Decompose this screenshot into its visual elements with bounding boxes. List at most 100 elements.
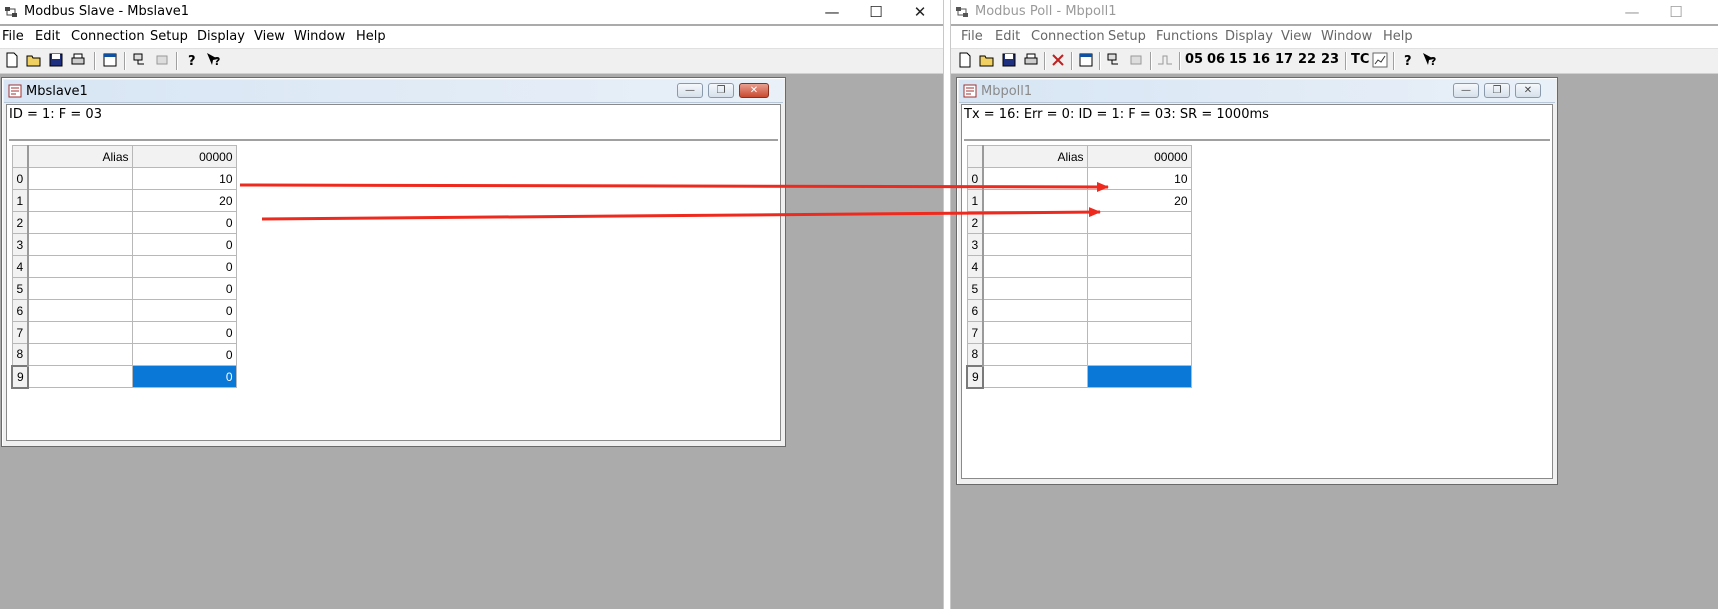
minimize-button[interactable]: —	[1610, 0, 1654, 24]
alias-cell[interactable]	[982, 211, 1088, 234]
menu-view[interactable]: View	[1281, 29, 1312, 44]
close-button[interactable]: ✕	[898, 0, 942, 24]
alias-cell[interactable]	[982, 277, 1088, 300]
menu-help[interactable]: Help	[1383, 29, 1413, 44]
selected-value-cell[interactable]: 0	[131, 365, 237, 388]
function-16-button[interactable]: 16	[1252, 52, 1270, 67]
alias-cell[interactable]	[982, 167, 1088, 190]
alias-cell[interactable]	[982, 189, 1088, 212]
context-help-icon[interactable]: ?	[206, 52, 222, 68]
disconnect-icon[interactable]	[1128, 52, 1144, 68]
single-poll-icon[interactable]	[1157, 52, 1173, 68]
value-cell[interactable]: 20	[131, 189, 237, 212]
print-icon[interactable]	[1023, 52, 1039, 68]
value-cell[interactable]	[1086, 233, 1192, 256]
connect-icon[interactable]	[1106, 52, 1122, 68]
menu-setup[interactable]: Setup	[1108, 29, 1146, 44]
function-05-button[interactable]: 05	[1185, 52, 1203, 67]
value-cell[interactable]: 0	[131, 343, 237, 366]
maximize-button[interactable]: ☐	[854, 0, 898, 24]
window-icon[interactable]	[102, 52, 118, 68]
alias-cell[interactable]	[982, 299, 1088, 322]
menu-view[interactable]: View	[254, 29, 285, 44]
function-15-button[interactable]: 15	[1229, 52, 1247, 67]
save-icon[interactable]	[48, 52, 64, 68]
mdi-minimize-button[interactable]: —	[1453, 83, 1479, 98]
alias-cell[interactable]	[982, 343, 1088, 366]
menu-display[interactable]: Display	[1225, 29, 1273, 44]
poll-title-bar[interactable]: Modbus Poll - Mbpoll1 — ☐	[951, 0, 1718, 24]
alias-cell[interactable]	[27, 211, 133, 234]
alias-cell[interactable]	[27, 321, 133, 344]
maximize-button[interactable]: ☐	[1654, 0, 1698, 24]
value-cell[interactable]	[1086, 299, 1192, 322]
help-icon[interactable]: ?	[184, 52, 200, 68]
mbslave1-title-bar[interactable]: Mbslave1 — ❐ ✕	[4, 80, 783, 103]
alias-cell[interactable]	[27, 277, 133, 300]
alias-cell[interactable]	[27, 365, 133, 388]
window-icon[interactable]	[1078, 52, 1094, 68]
new-icon[interactable]	[4, 52, 20, 68]
menu-file[interactable]: File	[961, 29, 983, 44]
alias-cell[interactable]	[27, 299, 133, 322]
new-icon[interactable]	[957, 52, 973, 68]
value-cell[interactable]: 0	[131, 255, 237, 278]
open-folder-icon[interactable]	[979, 52, 995, 68]
mdi-close-button[interactable]: ✕	[1515, 83, 1541, 98]
alias-column-header[interactable]: Alias	[27, 145, 133, 168]
menu-setup[interactable]: Setup	[150, 29, 188, 44]
context-help-icon[interactable]: ?	[1422, 52, 1438, 68]
menu-display[interactable]: Display	[197, 29, 245, 44]
address-column-header[interactable]: 00000	[1086, 145, 1192, 168]
value-cell[interactable]: 10	[131, 167, 237, 190]
value-cell[interactable]: 20	[1086, 189, 1192, 212]
delete-icon[interactable]	[1050, 52, 1066, 68]
mbpoll1-title-bar[interactable]: Mbpoll1 — ❐ ✕	[959, 80, 1555, 103]
selected-value-cell[interactable]	[1086, 365, 1192, 388]
slave-title-bar[interactable]: Modbus Slave - Mbslave1 — ☐ ✕	[0, 0, 943, 24]
value-cell[interactable]: 0	[131, 277, 237, 300]
alias-cell[interactable]	[982, 365, 1088, 388]
mdi-close-button[interactable]: ✕	[739, 83, 769, 98]
value-cell[interactable]	[1086, 321, 1192, 344]
menu-edit[interactable]: Edit	[995, 29, 1020, 44]
menu-functions[interactable]: Functions	[1156, 29, 1218, 44]
menu-window[interactable]: Window	[1321, 29, 1372, 44]
function-17-button[interactable]: 17	[1275, 52, 1293, 67]
alias-cell[interactable]	[27, 233, 133, 256]
mdi-restore-button[interactable]: ❐	[708, 83, 734, 98]
print-icon[interactable]	[70, 52, 86, 68]
function-22-button[interactable]: 22	[1298, 52, 1316, 67]
alias-column-header[interactable]: Alias	[982, 145, 1088, 168]
open-folder-icon[interactable]	[26, 52, 42, 68]
value-cell[interactable]: 0	[131, 299, 237, 322]
value-cell[interactable]	[1086, 277, 1192, 300]
menu-connection[interactable]: Connection	[71, 29, 145, 44]
mdi-restore-button[interactable]: ❐	[1484, 83, 1510, 98]
connect-icon[interactable]	[132, 52, 148, 68]
save-icon[interactable]	[1001, 52, 1017, 68]
alias-cell[interactable]	[27, 167, 133, 190]
value-cell[interactable]	[1086, 343, 1192, 366]
menu-connection[interactable]: Connection	[1031, 29, 1105, 44]
value-cell[interactable]: 0	[131, 211, 237, 234]
alias-cell[interactable]	[27, 343, 133, 366]
chart-window-icon[interactable]	[1372, 52, 1388, 68]
traffic-monitor-button[interactable]: TC	[1351, 52, 1369, 67]
function-23-button[interactable]: 23	[1321, 52, 1339, 67]
value-cell[interactable]	[1086, 255, 1192, 278]
minimize-button[interactable]: —	[810, 0, 854, 24]
alias-cell[interactable]	[27, 255, 133, 278]
mdi-minimize-button[interactable]: —	[677, 83, 703, 98]
function-06-button[interactable]: 06	[1207, 52, 1225, 67]
value-cell[interactable]: 0	[131, 321, 237, 344]
menu-help[interactable]: Help	[356, 29, 386, 44]
alias-cell[interactable]	[982, 321, 1088, 344]
alias-cell[interactable]	[982, 255, 1088, 278]
disconnect-icon[interactable]	[154, 52, 170, 68]
value-cell[interactable]: 10	[1086, 167, 1192, 190]
address-column-header[interactable]: 00000	[131, 145, 237, 168]
help-icon[interactable]: ?	[1400, 52, 1416, 68]
value-cell[interactable]	[1086, 211, 1192, 234]
menu-edit[interactable]: Edit	[35, 29, 60, 44]
